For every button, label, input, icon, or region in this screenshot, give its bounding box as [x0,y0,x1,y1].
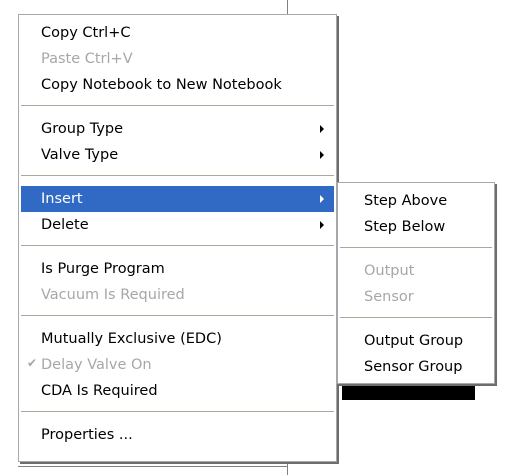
menu-item-delay-valve-on: ✔ Delay Valve On [21,352,334,378]
menu-separator [21,245,334,246]
menu-separator [21,411,334,412]
menu-separator [340,317,492,318]
menu-item-vacuum-is-required: Vacuum Is Required [21,282,334,308]
menu-item-group-type[interactable]: Group Type [21,116,334,142]
menu-item-copy[interactable]: Copy Ctrl+C [21,20,334,46]
menu-item-properties[interactable]: Properties ... [21,422,334,448]
menu-item-valve-type[interactable]: Valve Type [21,142,334,168]
menu-item-label: Is Purge Program [41,261,165,277]
menu-item-label: Sensor Group [364,359,463,375]
menu-item-cda-is-required[interactable]: CDA Is Required [21,378,334,404]
menu-item-label: CDA Is Required [41,383,158,399]
submenu-item-sensor: Sensor [340,284,492,310]
menu-item-label: Output [364,263,415,279]
menu-separator [340,247,492,248]
menu-item-label: Paste Ctrl+V [41,51,133,67]
submenu-arrow-icon [320,151,324,159]
menu-separator [21,315,334,316]
menu-item-label: Output Group [364,333,464,349]
menu-separator [21,175,334,176]
background-grid-line [287,0,288,14]
menu-item-label: Valve Type [41,147,119,163]
menu-item-copy-notebook[interactable]: Copy Notebook to New Notebook [21,72,334,98]
checkmark-icon: ✔ [27,356,38,370]
menu-item-label: Delay Valve On [41,357,152,373]
menu-item-label: Step Below [364,219,446,235]
submenu-item-step-above[interactable]: Step Above [340,188,492,214]
background-grid-line [18,466,288,467]
menu-item-insert[interactable]: Insert [21,186,334,212]
background-grid-line [287,462,288,475]
menu-item-label: Properties ... [41,427,133,443]
background-panel [475,378,507,475]
submenu-item-output: Output [340,258,492,284]
submenu-arrow-icon [320,195,324,203]
submenu-item-sensor-group[interactable]: Sensor Group [340,354,492,380]
menu-item-label: Step Above [364,193,448,209]
menu-item-label: Copy Notebook to New Notebook [41,77,282,93]
menu-item-label: Copy Ctrl+C [41,25,131,41]
menu-item-paste: Paste Ctrl+V [21,46,334,72]
menu-separator [21,105,334,106]
submenu-item-output-group[interactable]: Output Group [340,328,492,354]
menu-item-label: Vacuum Is Required [41,287,185,303]
submenu-arrow-icon [320,125,324,133]
menu-item-label: Group Type [41,121,124,137]
menu-item-mutually-exclusive[interactable]: Mutually Exclusive (EDC) [21,326,334,352]
menu-item-label: Insert [41,191,83,207]
submenu-item-step-below[interactable]: Step Below [340,214,492,240]
menu-item-label: Mutually Exclusive (EDC) [41,331,222,347]
submenu-arrow-icon [320,221,324,229]
menu-item-is-purge-program[interactable]: Is Purge Program [21,256,334,282]
insert-submenu: Step Above Step Below Output Sensor Outp… [337,182,495,384]
menu-item-label: Sensor [364,289,414,305]
menu-item-delete[interactable]: Delete [21,212,334,238]
menu-item-label: Delete [41,217,89,233]
context-menu: Copy Ctrl+C Paste Ctrl+V Copy Notebook t… [18,14,337,462]
